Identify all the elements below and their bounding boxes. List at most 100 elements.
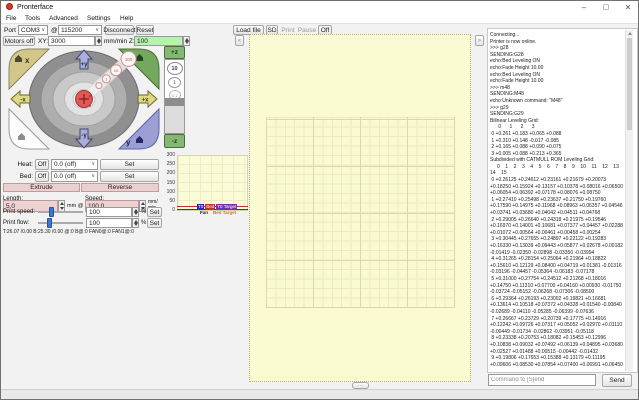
print-speed-percent: % — [141, 209, 147, 215]
spin-up-icon[interactable] — [133, 208, 138, 212]
legend-fan: Fan — [200, 210, 209, 215]
home-x-label: x — [25, 56, 30, 65]
minus-y-label: -y — [81, 133, 87, 139]
menu-settings[interactable]: Settings — [87, 13, 111, 23]
jog-wheel[interactable]: x z y 1 10 100 +y -y -x +x y x — [5, 45, 163, 153]
menu-file[interactable]: File — [6, 13, 16, 23]
viewer-expand-handle[interactable]: ⋯ — [352, 382, 369, 389]
port-value: COM3 — [21, 26, 40, 34]
at-label: @ — [51, 26, 58, 34]
z-feed-value: 100 — [137, 37, 148, 45]
heat-temp-select[interactable]: 0.0 (off) ∨ — [51, 159, 98, 170]
chevron-down-icon: ∨ — [91, 173, 95, 179]
graph-ytick-50: 50 — [169, 198, 175, 204]
command-input[interactable] — [488, 374, 596, 386]
graph-ytick-100: 100 — [166, 189, 175, 195]
port-label: Port — [4, 26, 16, 34]
center-y-label: y — [89, 93, 91, 98]
menu-tools[interactable]: Tools — [25, 13, 40, 23]
disconnect-button[interactable]: Disconnect — [103, 25, 136, 35]
z-step-panel: 10 1 0.1 — [164, 59, 185, 134]
minus-x-label: -x — [20, 98, 26, 104]
print-speed-label: Print speed: — [3, 209, 36, 215]
baud-select[interactable]: 115200 ∨ — [58, 25, 102, 35]
menu-help[interactable]: Help — [120, 13, 133, 23]
bed-off-button[interactable]: Off — [35, 171, 49, 182]
step-0.1-marker[interactable] — [95, 82, 103, 90]
print-speed-slider-handle[interactable] — [49, 207, 54, 217]
graph-ytick-300: 300 — [166, 152, 175, 158]
send-button[interactable]: Send — [602, 374, 632, 387]
status-bar — [1, 389, 638, 399]
heat-set-button[interactable]: Set — [100, 159, 159, 170]
print-flow-slider-handle[interactable] — [47, 218, 52, 228]
scrollbar-thumb[interactable] — [627, 38, 632, 130]
menu-advanced[interactable]: Advanced — [49, 13, 78, 23]
baud-value: 115200 — [61, 26, 83, 34]
spin-down-icon[interactable] — [133, 212, 138, 216]
build-plate-grid — [266, 117, 455, 308]
spin-up-icon[interactable] — [133, 219, 138, 223]
spin-down-icon[interactable] — [133, 223, 138, 227]
reset-button[interactable]: Reset — [136, 25, 154, 35]
spin-down-icon[interactable] — [59, 206, 64, 210]
print-flow-value: 100 — [89, 219, 100, 227]
z-step-1-button[interactable]: 1 — [168, 77, 181, 88]
graph-legend-text: Fan Bed Target — [200, 210, 236, 215]
print-flow-percent: % — [141, 220, 147, 226]
spin-down-icon[interactable] — [184, 41, 189, 45]
heat-temp-value: 0.0 (off) — [54, 161, 77, 168]
print-flow-set-button[interactable]: Set — [147, 218, 162, 228]
bed-temp-select[interactable]: 0.0 (off) ∨ — [51, 171, 98, 182]
chevron-down-icon: ∨ — [95, 26, 99, 33]
collapse-left-panel-button[interactable]: < — [235, 35, 244, 46]
print-flow-stepper[interactable] — [132, 218, 139, 228]
legend-bed-target: Bed Target — [213, 210, 237, 215]
console-log: Connecting... Printer is now online. >>>… — [490, 32, 623, 368]
pronterface-window: Pronterface – ▢ ✕ File Tools Advanced Se… — [0, 0, 639, 400]
spin-up-icon[interactable] — [59, 202, 64, 206]
bed-set-button[interactable]: Set — [100, 171, 159, 182]
z-feed-stepper[interactable] — [183, 36, 190, 46]
title-bar: Pronterface – ▢ ✕ — [1, 1, 638, 13]
extrude-button[interactable]: Extrude — [3, 183, 80, 192]
center-x-label: x — [89, 103, 91, 108]
reverse-button[interactable]: Reverse — [81, 183, 159, 192]
heat-off-button[interactable]: Off — [35, 159, 49, 170]
print-speed-stepper[interactable] — [132, 207, 139, 217]
print-speed-field[interactable]: 100 — [86, 207, 132, 217]
console-scrollbar[interactable] — [625, 30, 633, 371]
bed-label: Bed: — [19, 173, 33, 180]
graph-ytick-250: 250 — [166, 161, 175, 167]
maximize-button[interactable]: ▢ — [597, 1, 615, 13]
spin-up-icon[interactable] — [184, 37, 189, 41]
plus-y-label: +y — [81, 62, 89, 68]
home-y-label: y — [126, 138, 131, 147]
print-flow-field[interactable]: 100 — [86, 218, 132, 228]
print-speed-value: 100 — [89, 208, 100, 216]
chevron-down-icon: ∨ — [41, 26, 45, 33]
z-indicator-band — [165, 98, 184, 106]
port-select[interactable]: COM3 ∨ — [18, 25, 48, 35]
scroll-up-icon[interactable] — [626, 30, 633, 37]
graph-ytick-200: 200 — [166, 170, 175, 176]
step-100-label: 100 — [125, 57, 133, 62]
spin-down-icon[interactable] — [96, 41, 101, 45]
gcode-viewer[interactable] — [249, 34, 471, 382]
spin-up-icon[interactable] — [96, 37, 101, 41]
z-minus-button[interactable]: -z — [164, 134, 185, 148]
z-track[interactable] — [165, 106, 184, 133]
temperature-status-line: T:26.07 /0.00 B:25.30 /0.00 @:0 B@:0 FAN… — [3, 229, 134, 235]
print-speed-slider[interactable] — [38, 211, 83, 213]
menu-bar: File Tools Advanced Settings Help — [1, 13, 638, 24]
step-10-label: 10 — [114, 68, 119, 73]
z-plus-button[interactable]: +z — [164, 46, 185, 59]
spin-up-icon[interactable] — [140, 202, 145, 206]
plus-x-label: +x — [142, 98, 150, 104]
close-button[interactable]: ✕ — [619, 1, 637, 13]
print-speed-set-button[interactable]: Set — [147, 207, 162, 217]
minimize-button[interactable]: – — [575, 1, 593, 13]
print-flow-slider[interactable] — [38, 222, 83, 224]
z-step-10-button[interactable]: 10 — [166, 62, 183, 75]
collapse-right-panel-button[interactable]: > — [475, 35, 484, 46]
